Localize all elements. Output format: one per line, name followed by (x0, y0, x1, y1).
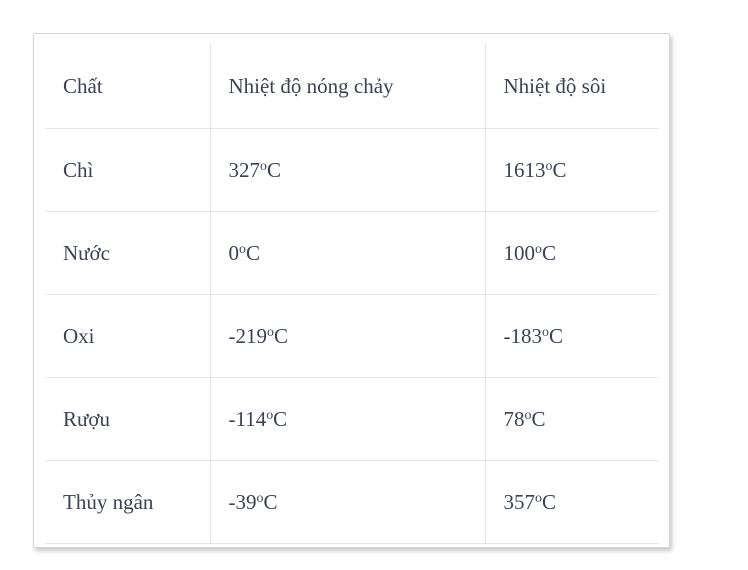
page-root: Chất Nhiệt độ nóng chảy Nhiệt độ sôi Chì… (0, 0, 748, 570)
unit-label: C (263, 489, 278, 514)
cell-melting-point: -114oC (210, 377, 486, 461)
table-row: Chì 327oC 1613oC (45, 128, 659, 212)
cell-melting-point: 327oC (210, 128, 486, 212)
degree-symbol: o (267, 323, 274, 339)
cell-melting-point: -219oC (210, 294, 486, 378)
degree-symbol: o (542, 323, 549, 339)
degree-symbol: o (239, 240, 246, 256)
table-row: Oxi -219oC -183oC (45, 294, 659, 378)
cell-boiling-point: 357oC (485, 460, 659, 544)
unit-label: C (541, 240, 556, 265)
boiling-value: 78 (503, 406, 525, 431)
column-header-substance: Chất (45, 44, 211, 129)
cell-substance: Oxi (45, 294, 211, 378)
boiling-value: 100 (503, 240, 536, 265)
column-header-boiling-point: Nhiệt độ sôi (485, 44, 659, 129)
cell-substance: Thủy ngân (45, 460, 211, 544)
unit-label: C (552, 157, 567, 182)
cell-boiling-point: 1613oC (485, 128, 659, 212)
melting-value: -114 (228, 406, 267, 431)
cell-substance: Nước (45, 211, 211, 295)
melting-and-boiling-point-table: Chất Nhiệt độ nóng chảy Nhiệt độ sôi Chì… (45, 44, 659, 544)
unit-label: C (548, 323, 563, 348)
cell-boiling-point: 100oC (485, 211, 659, 295)
table-header-row: Chất Nhiệt độ nóng chảy Nhiệt độ sôi (45, 44, 659, 129)
table-row: Nước 0oC 100oC (45, 211, 659, 295)
table-row: Rượu -114oC 78oC (45, 377, 659, 461)
table-body: Chì 327oC 1613oC Nước 0oC 100oC Oxi -219… (45, 128, 659, 544)
melting-value: -39 (228, 489, 257, 514)
cell-boiling-point: -183oC (485, 294, 659, 378)
boiling-value: 1613 (503, 157, 546, 182)
cell-substance: Rượu (45, 377, 211, 461)
degree-symbol: o (535, 489, 542, 505)
unit-label: C (273, 406, 288, 431)
unit-label: C (245, 240, 260, 265)
column-header-melting-point: Nhiệt độ nóng chảy (210, 44, 486, 129)
unit-label: C (541, 489, 556, 514)
melting-value: 327 (228, 157, 261, 182)
table-card: Chất Nhiệt độ nóng chảy Nhiệt độ sôi Chì… (33, 33, 670, 548)
unit-label: C (273, 323, 288, 348)
table-header: Chất Nhiệt độ nóng chảy Nhiệt độ sôi (45, 44, 659, 129)
table-row: Thủy ngân -39oC 357oC (45, 460, 659, 544)
melting-value: 0 (228, 240, 240, 265)
cell-melting-point: -39oC (210, 460, 486, 544)
cell-substance: Chì (45, 128, 211, 212)
unit-label: C (266, 157, 281, 182)
boiling-value: 357 (503, 489, 536, 514)
degree-symbol: o (260, 157, 267, 173)
cell-melting-point: 0oC (210, 211, 486, 295)
unit-label: C (531, 406, 546, 431)
melting-value: -219 (228, 323, 268, 348)
degree-symbol: o (535, 240, 542, 256)
boiling-value: -183 (503, 323, 543, 348)
table-container: Chất Nhiệt độ nóng chảy Nhiệt độ sôi Chì… (45, 44, 659, 544)
cell-boiling-point: 78oC (485, 377, 659, 461)
